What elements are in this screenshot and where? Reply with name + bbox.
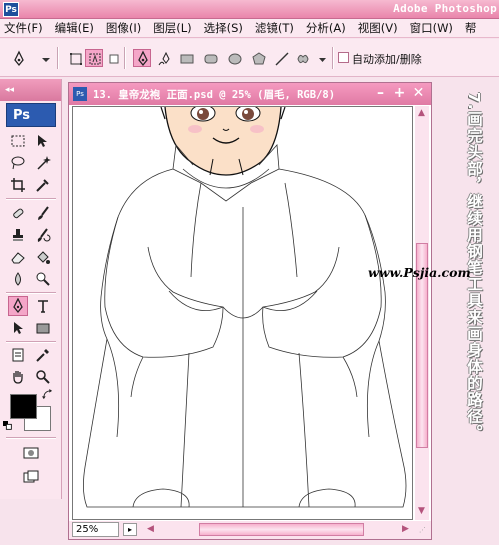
paint-bucket-icon[interactable] bbox=[33, 247, 53, 267]
toolbox-collapse-icon[interactable]: ◂◂ bbox=[0, 79, 61, 101]
menu-edit[interactable]: 编辑(E) bbox=[49, 20, 100, 36]
move-tool-icon[interactable] bbox=[33, 131, 53, 151]
rectangle-tool-icon[interactable] bbox=[33, 318, 53, 338]
menu-bar: 文件(F) 编辑(E) 图像(I) 图层(L) 选择(S) 滤镜(T) 分析(A… bbox=[0, 19, 499, 38]
pen-tool-icon[interactable] bbox=[8, 296, 28, 316]
document-title: 13. 皇帝龙袍 正面.psd @ 25% (眉毛, RGB/8) bbox=[93, 89, 336, 101]
scroll-right-icon[interactable]: ▶ bbox=[402, 524, 409, 534]
swap-colors-icon[interactable] bbox=[40, 388, 54, 400]
menu-window[interactable]: 窗口(W) bbox=[404, 20, 459, 36]
menu-image[interactable]: 图像(I) bbox=[100, 20, 147, 36]
zoom-tool-icon[interactable] bbox=[33, 367, 53, 387]
polygon-shape-icon[interactable] bbox=[249, 49, 267, 67]
paths-mode-icon[interactable] bbox=[85, 49, 103, 67]
menu-layer[interactable]: 图层(L) bbox=[147, 20, 197, 36]
emperor-drawing bbox=[83, 107, 407, 508]
default-colors-icon[interactable] bbox=[2, 420, 14, 432]
ellipse-shape-icon[interactable] bbox=[225, 49, 243, 67]
vertical-scrollbar[interactable]: ▲ ▼ bbox=[415, 106, 429, 520]
toolbox-separator bbox=[6, 341, 56, 343]
scroll-down-icon[interactable]: ▼ bbox=[418, 506, 425, 516]
menu-select[interactable]: 选择(S) bbox=[198, 20, 249, 36]
hand-tool-icon[interactable] bbox=[8, 367, 28, 387]
close-button[interactable]: ✕ bbox=[411, 86, 426, 101]
shape-layers-icon[interactable] bbox=[66, 49, 84, 67]
menu-file[interactable]: 文件(F) bbox=[0, 20, 49, 36]
app-title: Adobe Photoshop bbox=[393, 2, 497, 15]
status-bar: 25% ▸ ◀ ▶ ⋰ bbox=[69, 521, 431, 539]
line-shape-icon[interactable] bbox=[272, 49, 290, 67]
eyedropper-tool-icon[interactable] bbox=[33, 345, 53, 365]
freeform-pen-icon[interactable] bbox=[155, 49, 173, 67]
eyedropper-slice-icon[interactable] bbox=[33, 175, 53, 195]
crop-tool-icon[interactable] bbox=[8, 175, 28, 195]
menu-filter[interactable]: 滤镜(T) bbox=[249, 20, 300, 36]
status-menu-icon[interactable]: ▸ bbox=[123, 523, 137, 536]
screen-mode-icon[interactable] bbox=[21, 467, 41, 487]
document-canvas[interactable] bbox=[72, 106, 413, 520]
watermark: www.Psjia.com bbox=[368, 265, 471, 280]
document-window: Ps 13. 皇帝龙袍 正面.psd @ 25% (眉毛, RGB/8) – +… bbox=[68, 82, 432, 540]
auto-add-delete-label: 自动添加/删除 bbox=[352, 53, 422, 66]
toolbox-separator bbox=[6, 198, 56, 200]
zoom-level-field[interactable]: 25% bbox=[72, 522, 119, 537]
eraser-tool-icon[interactable] bbox=[8, 247, 28, 267]
toolbox-panel: ◂◂ Ps bbox=[0, 79, 62, 499]
lasso-tool-icon[interactable] bbox=[8, 153, 28, 173]
healing-brush-icon[interactable] bbox=[8, 203, 28, 223]
horizontal-scroll-thumb[interactable] bbox=[199, 523, 364, 536]
custom-shape-icon[interactable] bbox=[293, 49, 311, 67]
preset-dropdown-icon[interactable] bbox=[36, 49, 54, 67]
rectangle-shape-icon[interactable] bbox=[177, 49, 195, 67]
pen-tool-preset-icon[interactable] bbox=[9, 49, 27, 67]
dodge-tool-icon[interactable] bbox=[33, 269, 53, 289]
document-ps-icon: Ps bbox=[73, 87, 87, 101]
marquee-tool-icon[interactable] bbox=[8, 131, 28, 151]
magic-wand-icon[interactable] bbox=[33, 153, 53, 173]
path-selection-icon[interactable] bbox=[8, 318, 28, 338]
notes-tool-icon[interactable] bbox=[8, 345, 28, 365]
foreground-color-swatch[interactable] bbox=[10, 394, 37, 419]
menu-help[interactable]: 帮 bbox=[459, 20, 483, 36]
scroll-up-icon[interactable]: ▲ bbox=[418, 108, 425, 118]
minimize-button[interactable]: – bbox=[373, 86, 388, 101]
auto-add-delete-checkbox[interactable] bbox=[338, 52, 349, 63]
options-separator bbox=[332, 47, 334, 69]
custom-shape-dropdown-icon[interactable] bbox=[313, 49, 331, 67]
toolbox-logo: Ps bbox=[6, 103, 56, 127]
menu-view[interactable]: 视图(V) bbox=[352, 20, 404, 36]
pen-tool-icon[interactable] bbox=[133, 49, 151, 67]
photoshop-logo: Ps bbox=[3, 2, 19, 17]
clone-stamp-icon[interactable] bbox=[8, 225, 28, 245]
toolbox-separator bbox=[6, 437, 56, 439]
brush-tool-icon[interactable] bbox=[33, 203, 53, 223]
options-separator bbox=[124, 47, 126, 69]
blur-tool-icon[interactable] bbox=[8, 269, 28, 289]
rounded-rectangle-icon[interactable] bbox=[201, 49, 219, 67]
toolbox-separator bbox=[6, 292, 56, 294]
scroll-left-icon[interactable]: ◀ bbox=[147, 524, 154, 534]
fill-pixels-icon[interactable] bbox=[104, 49, 122, 67]
history-brush-icon[interactable] bbox=[33, 225, 53, 245]
maximize-button[interactable]: + bbox=[392, 86, 407, 101]
quick-mask-icon[interactable] bbox=[21, 443, 41, 463]
type-tool-icon[interactable] bbox=[33, 296, 53, 316]
menu-analysis[interactable]: 分析(A) bbox=[300, 20, 352, 36]
document-title-bar[interactable]: Ps 13. 皇帝龙袍 正面.psd @ 25% (眉毛, RGB/8) – +… bbox=[69, 83, 431, 105]
options-bar: 自动添加/删除 bbox=[0, 39, 499, 77]
resize-grip-icon[interactable]: ⋰ bbox=[419, 526, 426, 534]
options-separator bbox=[57, 47, 59, 69]
app-title-bar: Ps Adobe Photoshop bbox=[0, 0, 499, 19]
